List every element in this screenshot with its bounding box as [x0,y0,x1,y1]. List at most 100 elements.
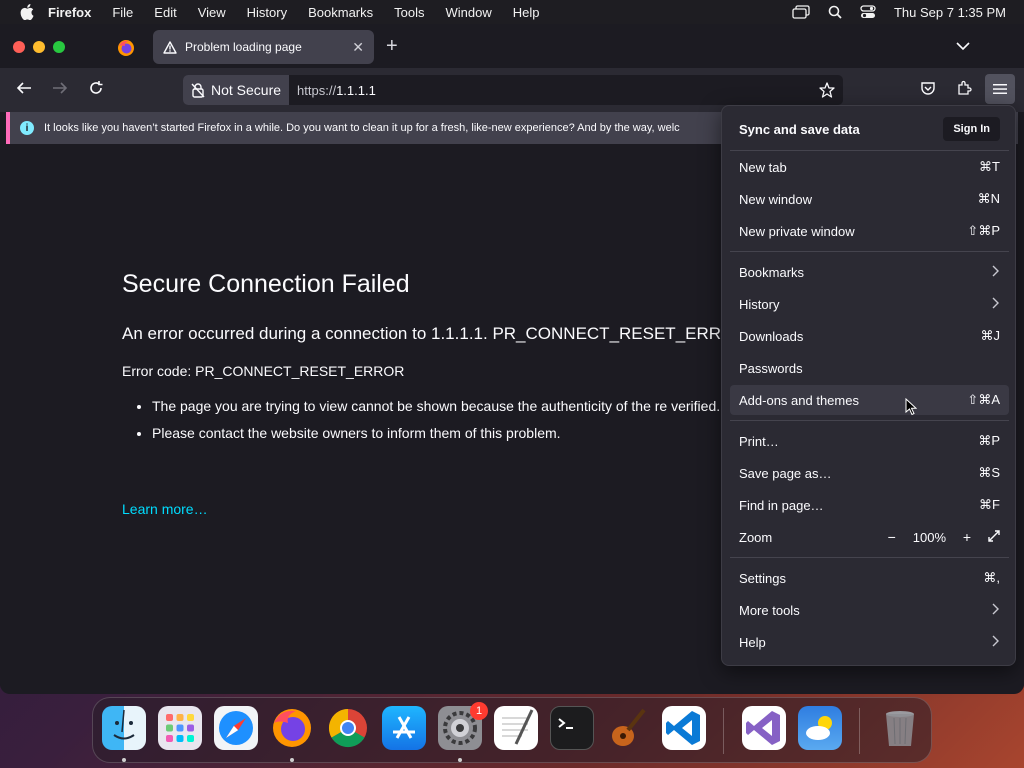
extensions-puzzle-icon[interactable] [956,80,972,96]
menu-separator [730,150,1009,151]
menu-item-bookmarks[interactable]: Bookmarks [730,257,1009,287]
dock-separator [859,708,860,754]
bookmark-star-icon[interactable] [819,82,835,103]
menu-item-new-window[interactable]: New window ⌘N [730,184,1009,214]
menu-item-label: Downloads [739,328,804,344]
learn-more-link[interactable]: Learn more… [122,501,208,517]
forward-arrow-icon[interactable] [52,80,68,96]
menu-view[interactable]: View [198,5,226,20]
zoom-in-button[interactable]: + [958,528,976,546]
back-arrow-icon[interactable] [16,80,32,96]
launchpad-icon[interactable] [158,706,202,750]
menu-item-settings[interactable]: Settings ⌘, [730,563,1009,593]
menu-item-label: Zoom [739,529,773,545]
menu-item-help[interactable]: Help [730,627,1009,657]
finder-icon[interactable] [102,706,146,750]
menu-item-downloads[interactable]: Downloads ⌘J [730,321,1009,351]
reload-icon[interactable] [88,80,104,96]
address-bar[interactable]: Not Secure https://1.1.1.1 [183,75,843,105]
menu-item-label: Print… [739,433,779,449]
sign-in-button[interactable]: Sign In [943,117,1000,141]
menu-tools[interactable]: Tools [394,5,424,20]
safari-icon[interactable] [214,706,258,750]
not-secure-label: Not Secure [211,82,282,98]
menu-separator [730,420,1009,421]
menu-file[interactable]: File [112,5,133,20]
menu-window[interactable]: Window [446,5,492,20]
menu-item-save-page-as[interactable]: Save page as… ⌘S [730,458,1009,488]
url-scheme: https:// [297,82,337,98]
menu-item-new-tab[interactable]: New tab ⌘T [730,152,1009,182]
menu-item-print[interactable]: Print… ⌘P [730,426,1009,456]
menu-item-add-ons-and-themes[interactable]: Add-ons and themes ⇧⌘A [730,385,1009,415]
url-host: 1.1.1.1 [336,82,376,98]
pocket-icon[interactable] [920,80,936,96]
url-text[interactable]: https://1.1.1.1 [297,83,376,98]
shortcut-label: ⌘, [983,570,1000,585]
menu-item-label: New tab [739,159,787,175]
not-secure-indicator[interactable]: Not Secure [183,75,290,105]
shortcut-label: ⌘J [980,328,1001,343]
macos-menu-bar: Firefox File Edit View History Bookmarks… [0,0,1024,24]
menu-item-new-private-window[interactable]: New private window ⇧⌘P [730,216,1009,246]
chevron-right-icon [992,265,1000,280]
vscode-icon[interactable] [662,706,706,750]
zoom-level[interactable]: 100% [913,530,946,545]
fullscreen-expand-icon[interactable] [988,529,1000,545]
close-window-button[interactable] [13,41,25,53]
zoom-window-button[interactable] [53,41,65,53]
chevron-right-icon [992,635,1000,650]
list-item: Please contact the website owners to inf… [152,424,758,443]
sync-section: Sync and save data Sign In [730,113,1009,145]
menu-item-more-tools[interactable]: More tools [730,595,1009,625]
close-tab-icon[interactable]: ✕ [352,39,364,56]
menu-item-history[interactable]: History [730,289,1009,319]
chevron-right-icon [992,297,1000,312]
menu-item-label: More tools [739,602,800,618]
menu-item-label: New window [739,191,812,207]
menu-bookmarks[interactable]: Bookmarks [308,5,373,20]
menu-help[interactable]: Help [513,5,540,20]
spotlight-search-icon[interactable] [828,5,842,19]
error-code: Error code: PR_CONNECT_RESET_ERROR [122,363,405,379]
chrome-icon[interactable] [326,706,370,750]
menubar-clock[interactable]: Thu Sep 7 1:35 PM [894,5,1006,20]
info-icon: i [20,121,34,135]
menu-history[interactable]: History [247,5,287,20]
textedit-icon[interactable] [494,706,538,750]
garageband-icon[interactable] [606,706,650,750]
new-tab-button[interactable]: + [386,36,398,56]
weather-icon[interactable] [798,706,842,750]
control-center-icon[interactable] [860,5,876,19]
menu-edit[interactable]: Edit [154,5,176,20]
chevron-right-icon [992,603,1000,618]
error-help-list: The page you are trying to view cannot b… [138,397,758,451]
menu-item-label: History [739,296,780,312]
menu-item-find-in-page[interactable]: Find in page… ⌘F [730,490,1009,520]
menu-separator [730,251,1009,252]
visual-studio-icon[interactable] [742,706,786,750]
menu-item-passwords[interactable]: Passwords [730,353,1009,383]
menu-item-label: Find in page… [739,497,824,513]
menu-item-zoom: Zoom − 100% + [730,522,1009,552]
firefox-icon[interactable] [270,706,314,750]
app-store-icon[interactable] [382,706,426,750]
zoom-out-button[interactable]: − [883,528,901,546]
tab-problem-loading[interactable]: Problem loading page ✕ [153,30,374,64]
application-menu-panel: Sync and save data Sign In New tab ⌘T New… [721,105,1016,666]
shortcut-label: ⌘N [977,191,1000,206]
tab-title: Problem loading page [185,40,302,54]
application-menu-hamburger-icon[interactable] [985,74,1015,104]
trash-icon[interactable] [878,706,922,750]
menu-app-firefox[interactable]: Firefox [48,5,91,20]
minimize-window-button[interactable] [33,41,45,53]
pinned-tab-firefox[interactable] [110,34,142,62]
error-description: An error occurred during a connection to… [122,324,747,343]
list-all-tabs-chevron-icon[interactable] [956,38,970,56]
shortcut-label: ⇧⌘P [967,223,1000,238]
screen-mirroring-icon[interactable] [792,5,810,19]
apple-icon[interactable] [20,4,34,20]
terminal-icon[interactable] [550,706,594,750]
sync-title: Sync and save data [739,121,860,137]
shortcut-label: ⌘F [979,497,1000,512]
